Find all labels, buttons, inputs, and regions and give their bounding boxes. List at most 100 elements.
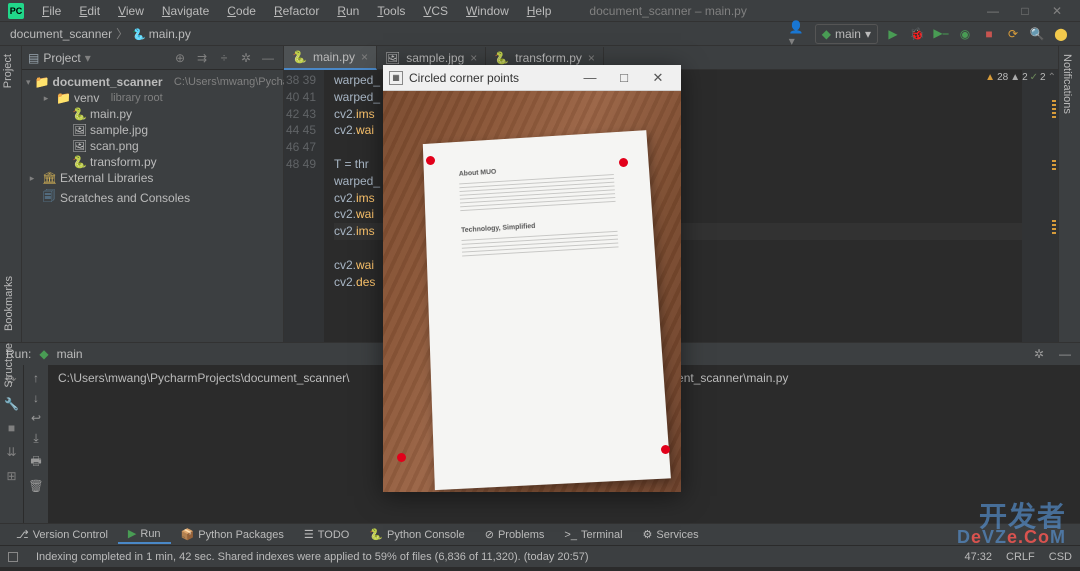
collapse-all-icon[interactable]: ÷ — [215, 51, 233, 65]
expand-all-icon[interactable]: ⇉ — [193, 51, 211, 65]
close-tab-icon[interactable]: × — [470, 51, 477, 65]
corner-dot-tr — [619, 158, 628, 167]
python-console-tab[interactable]: 🐍Python Console — [359, 526, 474, 543]
scratches-node[interactable]: 🗐Scratches and Consoles — [22, 186, 283, 209]
status-bar: Indexing completed in 1 min, 42 sec. Sha… — [0, 545, 1080, 567]
project-tool-button[interactable]: Project — [0, 46, 21, 96]
title-bar: PC File Edit View Navigate Code Refactor… — [0, 0, 1080, 22]
status-indexing: Indexing completed in 1 min, 42 sec. Sha… — [36, 551, 589, 563]
menu-file[interactable]: File — [34, 2, 69, 20]
python-icon: ◆ — [822, 27, 831, 41]
cv-window-title: Circled corner points — [409, 71, 519, 85]
project-title: Project — [43, 51, 80, 65]
cv-window-icon: ▦ — [389, 71, 403, 85]
terminal-tab[interactable]: >_Terminal — [554, 527, 632, 543]
hide-icon[interactable]: — — [1056, 345, 1074, 363]
bookmarks-tool-button[interactable]: Bookmarks — [0, 270, 18, 337]
weak-warning-icon[interactable]: ▲ — [1010, 72, 1020, 83]
ide-actions-icon[interactable]: ⬤ — [1052, 25, 1070, 43]
profile-icon[interactable]: ◉ — [956, 25, 974, 43]
run-config-name: main — [57, 347, 83, 361]
chevron-down-icon: ▾ — [865, 27, 871, 41]
stop-icon[interactable]: ■ — [3, 419, 21, 437]
menu-vcs[interactable]: VCS — [415, 2, 456, 20]
maximize-icon[interactable]: □ — [607, 70, 641, 85]
inspection-stripe[interactable]: ▲28 ▲2 ✓2 ⌃ — [1022, 70, 1058, 342]
cv-window-titlebar[interactable]: ▦ Circled corner points — □ ✕ — [383, 65, 681, 91]
project-root-node[interactable]: ▾📁 document_scanner C:\Users\mwang\Pycha… — [22, 74, 283, 90]
navigation-bar: document_scanner 〉 main.py 👤▾ ◆ main ▾ ▶… — [0, 22, 1080, 46]
menu-run[interactable]: Run — [329, 2, 367, 20]
scroll-end-icon[interactable]: ⤓ — [33, 431, 38, 446]
menu-help[interactable]: Help — [519, 2, 560, 20]
tab-main-py[interactable]: 🐍 main.py × — [284, 46, 377, 70]
coverage-icon[interactable]: ▶⎯ — [932, 25, 950, 43]
run-button-icon[interactable]: ▶ — [884, 25, 902, 43]
project-tree[interactable]: ▾📁 document_scanner C:\Users\mwang\Pycha… — [22, 70, 283, 213]
right-tool-stripe: Notifications — [1058, 46, 1080, 342]
trash-icon[interactable]: 🗑 — [28, 479, 43, 493]
gear-icon[interactable]: ✲ — [1030, 345, 1048, 363]
print-icon[interactable]: 🖶 — [30, 452, 41, 473]
menu-code[interactable]: Code — [219, 2, 264, 20]
file-sample-jpg[interactable]: 🖼sample.jpg — [22, 122, 283, 138]
menu-edit[interactable]: Edit — [71, 2, 108, 20]
services-tab[interactable]: ⚙Services — [633, 526, 709, 543]
gear-icon[interactable]: ✲ — [237, 51, 255, 65]
output-icon[interactable]: ⇊ — [3, 443, 21, 461]
minimize-icon[interactable]: — — [978, 1, 1008, 21]
structure-tool-button[interactable]: Structure — [0, 337, 18, 394]
config-icon[interactable]: 🔧 — [3, 395, 21, 413]
todo-tab[interactable]: ☰TODO — [294, 526, 359, 543]
close-icon[interactable]: ✕ — [641, 70, 675, 86]
corner-dot-bl — [397, 453, 406, 462]
menu-refactor[interactable]: Refactor — [266, 2, 327, 20]
venv-node[interactable]: ▸📁 venv library root — [22, 90, 283, 106]
python-packages-tab[interactable]: 📦Python Packages — [171, 526, 294, 543]
code-with-me-icon[interactable]: 👤▾ — [789, 25, 809, 43]
line-separator[interactable]: CRLF — [1006, 551, 1035, 563]
minimize-icon[interactable]: — — [573, 70, 607, 85]
chevron-down-icon[interactable]: ▾ — [85, 51, 91, 65]
close-tab-icon[interactable]: × — [361, 50, 368, 64]
external-libraries-node[interactable]: ▸🏛External Libraries — [22, 170, 283, 186]
cv-image-canvas: About MUO Technology, Simplified — [383, 91, 681, 492]
run-config-name: main — [835, 27, 861, 41]
typo-icon[interactable]: ✓ — [1030, 72, 1038, 83]
menu-navigate[interactable]: Navigate — [154, 2, 217, 20]
caret-position[interactable]: 47:32 — [965, 551, 993, 563]
file-scan-png[interactable]: 🖼scan.png — [22, 138, 283, 154]
corner-dot-br — [661, 445, 670, 454]
menu-view[interactable]: View — [110, 2, 152, 20]
version-control-tab[interactable]: ⎇Version Control — [6, 526, 118, 543]
soft-wrap-icon[interactable]: ↩ — [31, 411, 41, 425]
run-config-selector[interactable]: ◆ main ▾ — [815, 24, 878, 44]
close-tab-icon[interactable]: × — [588, 51, 595, 65]
cv-image-window[interactable]: ▦ Circled corner points — □ ✕ About MUO … — [383, 65, 681, 492]
status-tool-windows-icon[interactable] — [8, 552, 18, 562]
close-icon[interactable]: ✕ — [1042, 1, 1072, 21]
select-opened-icon[interactable]: ⊕ — [171, 51, 189, 65]
problems-tab[interactable]: ⊘Problems — [475, 526, 555, 543]
layout-icon[interactable]: ⊞ — [3, 467, 21, 485]
warning-icon[interactable]: ▲ — [985, 72, 995, 83]
maximize-icon[interactable]: □ — [1010, 1, 1040, 21]
menu-tools[interactable]: Tools — [369, 2, 413, 20]
debug-button-icon[interactable]: 🐞 — [908, 25, 926, 43]
stop-icon[interactable]: ■ — [980, 25, 998, 43]
update-icon[interactable]: ⟳ — [1004, 25, 1022, 43]
run-tab[interactable]: ▶Run — [118, 525, 171, 544]
hide-icon[interactable]: — — [259, 51, 277, 65]
menu-window[interactable]: Window — [458, 2, 517, 20]
encoding-partial[interactable]: CSD — [1049, 551, 1072, 563]
down-icon[interactable]: ↓ — [33, 391, 39, 405]
breadcrumb-file[interactable]: main.py — [132, 27, 191, 41]
document-paper: About MUO Technology, Simplified — [423, 130, 671, 490]
file-main-py[interactable]: 🐍main.py — [22, 106, 283, 122]
search-everywhere-icon[interactable]: 🔍 — [1028, 25, 1046, 43]
breadcrumb-root[interactable]: document_scanner — [10, 27, 112, 41]
notifications-tool-button[interactable]: Notifications — [1059, 46, 1075, 122]
pycharm-logo-icon: PC — [8, 3, 24, 19]
up-icon[interactable]: ↑ — [33, 371, 39, 385]
file-transform-py[interactable]: 🐍transform.py — [22, 154, 283, 170]
